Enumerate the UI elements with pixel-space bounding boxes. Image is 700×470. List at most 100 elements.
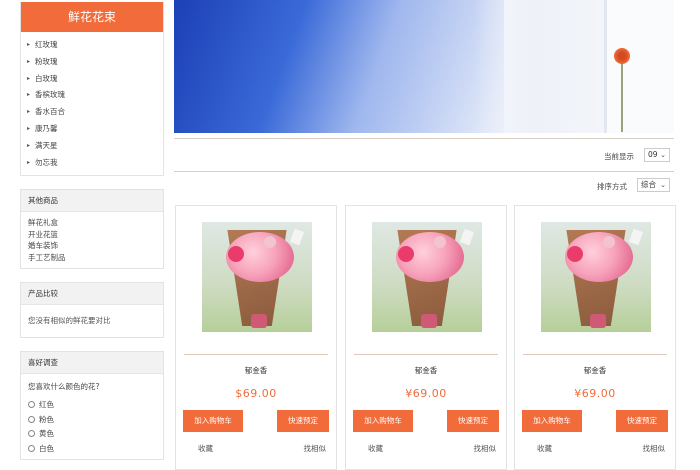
flower-stem-graphic xyxy=(621,60,623,132)
arrow-right-icon: ▸ xyxy=(27,158,31,166)
product-price: ¥69.00 xyxy=(405,387,447,400)
favorite-link[interactable]: 收藏 xyxy=(198,443,213,454)
category-item[interactable]: ▸ 勿忘我 xyxy=(27,155,163,172)
product-name[interactable]: 郁金香 xyxy=(346,365,506,376)
divider xyxy=(174,171,674,172)
category-item[interactable]: ▸ 香槟玫瑰 xyxy=(27,87,163,104)
hero-banner-image xyxy=(174,0,674,133)
quick-order-button[interactable]: 快速预定 xyxy=(616,410,668,432)
category-label: 香槟玫瑰 xyxy=(35,90,66,100)
survey-option[interactable]: 红色 xyxy=(28,397,156,412)
product-card: 郁金香 ¥69.00 加入购物车 快速预定 收藏 找相似 xyxy=(345,205,507,470)
compare-title: 产品比较 xyxy=(21,283,163,306)
survey-option-label: 粉色 xyxy=(39,414,54,424)
arrow-right-icon: ▸ xyxy=(27,41,31,48)
per-page-label: 当前显示 xyxy=(604,152,634,161)
compare-box: 产品比较 您没有相似的鲜花要对比 xyxy=(20,282,164,339)
radio-button[interactable] xyxy=(28,401,35,409)
product-card: 郁金香 $69.00 加入购物车 快速预定 收藏 找相似 xyxy=(175,205,337,470)
survey-option[interactable]: 黄色 xyxy=(28,426,156,441)
product-image[interactable] xyxy=(372,222,482,332)
survey-option-label: 红色 xyxy=(39,400,54,410)
arrow-right-icon: ▸ xyxy=(27,91,31,99)
sort-value: 综合 xyxy=(641,180,656,189)
arrow-right-icon: ▸ xyxy=(27,124,31,132)
rose-graphic xyxy=(264,236,276,248)
product-name[interactable]: 郁金香 xyxy=(515,365,675,376)
category-item[interactable]: ▸ 粉玫瑰 xyxy=(27,54,163,71)
per-page-select[interactable]: 09 ⌄ xyxy=(644,148,670,162)
other-products-list: 鲜花礼盒 开业花篮 婚车装饰 手工艺制品 xyxy=(21,212,163,268)
product-price: ¥69.00 xyxy=(574,387,616,400)
favorite-link[interactable]: 收藏 xyxy=(537,443,552,454)
category-label: 勿忘我 xyxy=(35,157,58,167)
find-similar-link[interactable]: 找相似 xyxy=(643,443,666,454)
quick-order-button[interactable]: 快速预定 xyxy=(277,410,329,432)
category-label: 粉玫瑰 xyxy=(35,56,58,66)
window-graphic xyxy=(604,0,674,133)
product-image[interactable] xyxy=(541,222,651,332)
category-item[interactable]: ▸ 满天星 xyxy=(27,138,163,155)
rose-graphic xyxy=(567,246,583,262)
add-to-cart-button[interactable]: 加入购物车 xyxy=(522,410,582,432)
add-to-cart-button[interactable]: 加入购物车 xyxy=(353,410,413,432)
category-label: 香水百合 xyxy=(35,107,66,117)
arrow-right-icon: ▸ xyxy=(27,141,31,149)
product-card: 郁金香 ¥69.00 加入购物车 快速预定 收藏 找相似 xyxy=(514,205,676,470)
arrow-right-icon: ▸ xyxy=(27,57,31,65)
category-list: ▸ 红玫瑰 ▸ 粉玫瑰 ▸ 白玫瑰 ▸ 香槟玫瑰 ▸ 香水百合 ▸ 康乃馨 ▸ 满天星 ▸ 勿忘… xyxy=(21,32,163,175)
sort-label: 排序方式 xyxy=(597,182,627,191)
favorite-link[interactable]: 收藏 xyxy=(368,443,383,454)
other-product-link[interactable]: 鲜花礼盒 xyxy=(28,217,156,229)
card-divider xyxy=(523,354,667,355)
category-label: 红玫瑰 xyxy=(35,40,58,49)
arrow-right-icon: ▸ xyxy=(27,74,31,82)
other-product-link[interactable]: 开业花篮 xyxy=(28,229,156,241)
category-item[interactable]: ▸ 红玫瑰 xyxy=(27,37,163,54)
product-name[interactable]: 郁金香 xyxy=(176,365,336,376)
other-product-link[interactable]: 婚车装饰 xyxy=(28,240,156,252)
other-products-box: 其他商品 鲜花礼盒 开业花篮 婚车装饰 手工艺制品 xyxy=(20,189,164,270)
chevron-down-icon: ⌄ xyxy=(660,181,666,189)
ribbon-bow-graphic xyxy=(590,314,606,328)
survey-body: 您喜欢什么颜色的花? 红色 粉色 黄色 白色 xyxy=(21,374,163,459)
survey-option-label: 白色 xyxy=(39,443,54,453)
per-page-value: 09 xyxy=(648,150,658,159)
category-item[interactable]: ▸ 香水百合 xyxy=(27,104,163,121)
product-image[interactable] xyxy=(202,222,312,332)
survey-option-label: 黄色 xyxy=(39,429,54,439)
quick-order-button[interactable]: 快速预定 xyxy=(447,410,499,432)
radio-button[interactable] xyxy=(28,444,35,452)
survey-option[interactable]: 粉色 xyxy=(28,412,156,427)
product-price: $69.00 xyxy=(235,387,277,400)
rose-graphic xyxy=(603,236,615,248)
other-product-link[interactable]: 手工艺制品 xyxy=(28,252,156,264)
card-divider xyxy=(354,354,498,355)
radio-button[interactable] xyxy=(28,415,35,423)
category-label: 满天星 xyxy=(35,140,58,150)
ribbon-bow-graphic xyxy=(251,314,267,328)
find-similar-link[interactable]: 找相似 xyxy=(304,443,327,454)
survey-question: 您喜欢什么颜色的花? xyxy=(28,382,100,392)
rose-graphic xyxy=(434,236,446,248)
category-item[interactable]: ▸ 白玫瑰 xyxy=(27,71,163,88)
ribbon-bow-graphic xyxy=(421,314,437,328)
orange-flower-graphic xyxy=(614,48,630,64)
category-box: 鲜花花束 ▸ 红玫瑰 ▸ 粉玫瑰 ▸ 白玫瑰 ▸ 香槟玫瑰 ▸ 香水百合 ▸ 康乃馨 ▸ 满天… xyxy=(20,2,164,177)
survey-box: 喜好调查 您喜欢什么颜色的花? 红色 粉色 黄色 白色 xyxy=(20,351,164,461)
card-divider xyxy=(184,354,328,355)
compare-text: 您没有相似的鲜花要对比 xyxy=(28,316,111,326)
category-label: 康乃馨 xyxy=(35,123,58,133)
add-to-cart-button[interactable]: 加入购物车 xyxy=(183,410,243,432)
radio-button[interactable] xyxy=(28,430,35,438)
find-similar-link[interactable]: 找相似 xyxy=(474,443,497,454)
divider xyxy=(174,138,674,139)
rose-graphic xyxy=(398,246,414,262)
category-title: 鲜花花束 xyxy=(21,2,163,32)
survey-option[interactable]: 白色 xyxy=(28,441,156,456)
category-item[interactable]: ▸ 康乃馨 xyxy=(27,121,163,138)
chevron-down-icon: ⌄ xyxy=(660,151,666,159)
rose-graphic xyxy=(228,246,244,262)
sort-select[interactable]: 综合 ⌄ xyxy=(637,178,670,192)
category-label: 白玫瑰 xyxy=(35,73,58,83)
